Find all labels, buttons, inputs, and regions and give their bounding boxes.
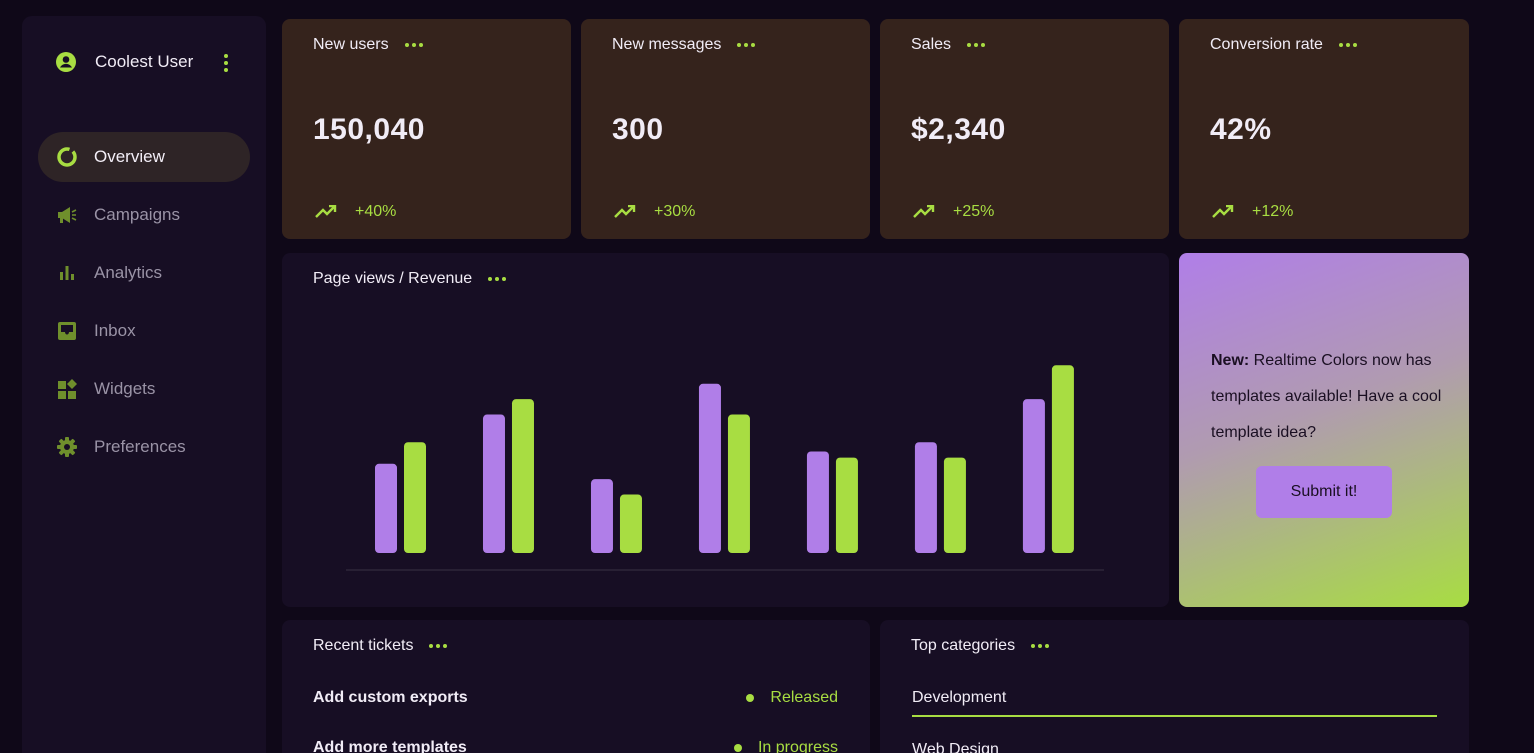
user-name: Coolest User <box>95 52 194 71</box>
top-categories-card: Top categories Development Web Design <box>880 620 1469 753</box>
stat-card-new-users: New users 150,040 +40% <box>282 19 571 239</box>
tickets-title: Recent tickets <box>313 637 414 654</box>
nav-item-label: Campaigns <box>94 205 180 224</box>
stat-change: +40% <box>355 203 397 220</box>
ticket-title: Add more templates <box>313 739 467 753</box>
chart-bar <box>1051 365 1074 553</box>
ticket-status: Released <box>746 689 838 707</box>
chart-bar <box>1022 399 1045 553</box>
chart-bar <box>511 399 534 553</box>
nav-item-label: Preferences <box>94 437 186 456</box>
bar-chart-icon <box>56 262 78 284</box>
chart-bar <box>806 451 829 553</box>
stat-value: 150,040 <box>313 113 425 146</box>
chart-bar <box>375 463 397 553</box>
nav-item-label: Overview <box>94 147 165 166</box>
stat-change: +30% <box>654 203 696 220</box>
chart-bar <box>835 457 858 553</box>
stat-title: New messages <box>612 36 722 53</box>
nav-item-label: Widgets <box>94 379 156 398</box>
promo-card: New: Realtime Colors now has templates a… <box>1179 253 1469 607</box>
stat-title: Conversion rate <box>1210 36 1323 53</box>
ticket-title: Add custom exports <box>313 689 468 706</box>
stat-value: $2,340 <box>911 113 1006 146</box>
trending-up-icon <box>913 205 935 218</box>
more-options-icon[interactable] <box>1338 43 1357 47</box>
ticket-status-label: In progress <box>757 739 838 753</box>
categories-title: Top categories <box>911 637 1016 654</box>
nav-item-label: Inbox <box>94 321 136 340</box>
category-tab-web-design[interactable]: Web Design <box>912 741 999 753</box>
ticket-status: In progress <box>733 739 838 753</box>
stat-card-conversion-rate: Conversion rate 42% +12% <box>1179 19 1469 239</box>
stat-card-sales: Sales $2,340 +25% <box>880 19 1169 239</box>
trending-up-icon <box>315 205 337 218</box>
inbox-icon <box>56 320 78 342</box>
chart-bar <box>914 442 937 553</box>
megaphone-icon <box>56 204 78 226</box>
more-options-icon[interactable] <box>967 43 986 47</box>
stat-value: 300 <box>612 113 664 146</box>
nav-item-widgets[interactable]: Widgets <box>38 364 250 414</box>
nav-item-campaigns[interactable]: Campaigns <box>38 190 250 240</box>
nav-item-label: Analytics <box>94 263 163 282</box>
stat-trend: +40% <box>315 203 396 221</box>
donut-chart-icon <box>56 146 78 168</box>
stat-change: +25% <box>953 203 995 220</box>
promo-bold: New: <box>1211 352 1250 369</box>
chart-bar <box>698 383 721 553</box>
stat-value: 42% <box>1210 113 1272 146</box>
sidebar-nav: Overview Campaigns Analytics Inbox Widge… <box>38 132 250 480</box>
user-menu-icon[interactable] <box>216 53 236 73</box>
stat-change: +12% <box>1252 203 1294 220</box>
stat-trend: +12% <box>1212 203 1293 221</box>
status-dot-icon <box>746 694 755 702</box>
chart-bar <box>482 414 505 553</box>
stat-title: New users <box>313 36 389 53</box>
category-tab-development[interactable]: Development <box>912 689 1437 717</box>
more-options-icon[interactable] <box>1031 644 1050 648</box>
chart-bar <box>727 414 750 553</box>
nav-item-inbox[interactable]: Inbox <box>38 306 250 356</box>
recent-tickets-card: Recent tickets Add custom exports Releas… <box>282 620 870 753</box>
ticket-row[interactable]: Add custom exports Released <box>313 689 838 707</box>
more-options-icon[interactable] <box>737 43 756 47</box>
more-options-icon[interactable] <box>404 43 423 47</box>
more-options-icon[interactable] <box>429 644 448 648</box>
widgets-icon <box>56 378 78 400</box>
nav-item-preferences[interactable]: Preferences <box>38 422 250 472</box>
nav-item-analytics[interactable]: Analytics <box>38 248 250 298</box>
chart-bar <box>404 442 426 553</box>
stat-card-new-messages: New messages 300 +30% <box>581 19 870 239</box>
trending-up-icon <box>614 205 636 218</box>
stat-trend: +25% <box>913 203 994 221</box>
ticket-status-label: Released <box>770 689 838 706</box>
bar-chart <box>346 365 1104 571</box>
status-dot-icon <box>733 744 742 752</box>
submit-button[interactable]: Submit it! <box>1256 466 1392 518</box>
ticket-row[interactable]: Add more templates In progress <box>313 739 838 753</box>
stat-title: Sales <box>911 36 952 53</box>
promo-message: New: Realtime Colors now has templates a… <box>1211 343 1451 451</box>
chart-bar <box>590 479 613 553</box>
chart-card: Page views / Revenue <box>282 253 1169 607</box>
user-avatar-icon <box>56 52 76 72</box>
user-profile[interactable]: Coolest User <box>56 52 228 72</box>
nav-item-overview[interactable]: Overview <box>38 132 250 182</box>
chart-bar <box>943 457 966 553</box>
trending-up-icon <box>1212 205 1234 218</box>
sidebar: Coolest User Overview Campaigns Analytic… <box>22 16 266 753</box>
chart-bar <box>619 494 642 553</box>
stat-trend: +30% <box>614 203 695 221</box>
gear-icon <box>56 436 78 458</box>
